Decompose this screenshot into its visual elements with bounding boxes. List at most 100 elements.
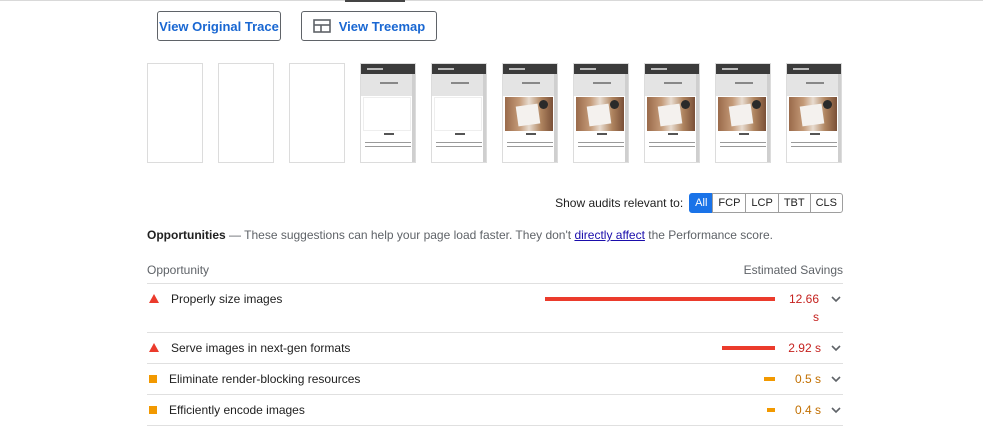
savings-value: 0.4 s [794, 403, 821, 417]
view-trace-label: View Original Trace [159, 18, 279, 34]
opportunities-title: Opportunities [147, 228, 226, 242]
opportunities-intro: Opportunities — These suggestions can he… [147, 228, 773, 242]
frame-txt2 [791, 146, 837, 147]
filmstrip-frame [644, 63, 700, 163]
view-treemap-button[interactable]: View Treemap [301, 11, 437, 41]
savings-bar [767, 408, 775, 412]
filmstrip-frame [573, 63, 629, 163]
intro-text-after: the Performance score. [648, 228, 773, 242]
savings-value: 12.66 s [779, 292, 819, 324]
frame-shadow [483, 74, 486, 162]
frame-img [789, 97, 837, 131]
filter-chip-lcp[interactable]: LCP [745, 193, 779, 213]
square-average-icon [149, 375, 157, 383]
filmstrip-frame [715, 63, 771, 163]
savings-bar [722, 346, 775, 350]
frame-hdr [574, 74, 628, 96]
opportunity-row-render-blocking[interactable]: Eliminate render-blocking resources 0.5 … [147, 364, 843, 395]
frame-txt1 [649, 142, 695, 143]
intro-dash: — [229, 228, 242, 242]
frame-hdr [503, 74, 557, 96]
savings-value-unit: s [813, 310, 819, 324]
frame-txt1 [365, 142, 411, 143]
audit-filter-label: Show audits relevant to: [555, 196, 684, 210]
filmstrip [147, 63, 843, 163]
frame-img [647, 97, 695, 131]
frame-shadow [554, 74, 557, 162]
filmstrip-frame [147, 63, 203, 163]
frame-txt1 [436, 142, 482, 143]
frame-shadow [412, 74, 415, 162]
savings-bar [764, 377, 775, 381]
frame-img [576, 97, 624, 131]
frame-ttl [668, 133, 678, 135]
frame-img [363, 97, 411, 131]
frame-hdr [432, 74, 486, 96]
frame-ttl [810, 133, 820, 135]
view-original-trace-button[interactable]: View Original Trace [157, 11, 281, 41]
opportunity-row-next-gen-formats[interactable]: Serve images in next-gen formats 2.92 s [147, 333, 843, 364]
filter-chip-cls[interactable]: CLS [809, 193, 843, 213]
savings-column-header: Estimated Savings [743, 262, 843, 277]
opportunity-title: Efficiently encode images [169, 403, 305, 417]
frame-bar [574, 64, 628, 74]
savings-value: 2.92 s [788, 341, 821, 355]
frame-bar [432, 64, 486, 74]
frame-img [434, 97, 482, 131]
filmstrip-frame [431, 63, 487, 163]
treemap-icon [312, 19, 331, 33]
opportunity-title: Serve images in next-gen formats [171, 341, 351, 355]
filter-chip-fcp[interactable]: FCP [712, 193, 747, 213]
chevron-down-icon[interactable] [831, 405, 841, 415]
frame-shadow [838, 74, 841, 162]
frame-bar [787, 64, 841, 74]
frame-txt2 [436, 146, 482, 147]
frame-hdr [716, 74, 770, 96]
filter-chip-all[interactable]: All [689, 193, 714, 213]
frame-hdr [645, 74, 699, 96]
frame-ttl [526, 133, 536, 135]
frame-txt1 [720, 142, 766, 143]
frame-txt2 [720, 146, 766, 147]
chevron-down-icon[interactable] [831, 374, 841, 384]
frame-txt1 [578, 142, 624, 143]
opportunities-header: Opportunity Estimated Savings [147, 256, 843, 284]
filmstrip-frame [786, 63, 842, 163]
opportunity-title: Properly size images [171, 292, 283, 306]
view-treemap-label: View Treemap [338, 18, 426, 34]
frame-img [505, 97, 553, 131]
chevron-down-icon[interactable] [831, 294, 841, 304]
directly-affect-link[interactable]: directly affect [574, 228, 644, 242]
frame-bar [716, 64, 770, 74]
triangle-fail-icon [149, 343, 159, 352]
frame-bar [503, 64, 557, 74]
frame-txt1 [507, 142, 553, 143]
frame-ttl [455, 133, 465, 135]
opportunity-title: Eliminate render-blocking resources [169, 372, 361, 386]
opportunity-row-encode-images[interactable]: Efficiently encode images 0.4 s [147, 395, 843, 426]
frame-bar [361, 64, 415, 74]
savings-value: 0.5 s [794, 372, 821, 386]
filmstrip-frame [218, 63, 274, 163]
frame-shadow [696, 74, 699, 162]
savings-value-number: 12.66 [788, 292, 819, 306]
intro-text-before: These suggestions can help your page loa… [244, 228, 572, 242]
triangle-fail-icon [149, 294, 159, 303]
opportunity-row-properly-size-images[interactable]: Properly size images 12.66 s [147, 284, 843, 333]
opportunities-table: Opportunity Estimated Savings Properly s… [147, 256, 843, 426]
frame-txt2 [507, 146, 553, 147]
chevron-down-icon[interactable] [831, 343, 841, 353]
frame-ttl [739, 133, 749, 135]
frame-shadow [625, 74, 628, 162]
active-tab-indicator [345, 0, 405, 2]
frame-txt2 [649, 146, 695, 147]
opportunity-column-header: Opportunity [147, 262, 210, 277]
top-divider [0, 0, 983, 1]
frame-img [718, 97, 766, 131]
filmstrip-frame [360, 63, 416, 163]
frame-ttl [384, 133, 394, 135]
square-average-icon [149, 406, 157, 414]
frame-hdr [361, 74, 415, 96]
frame-txt1 [791, 142, 837, 143]
filter-chip-tbt[interactable]: TBT [777, 193, 811, 213]
